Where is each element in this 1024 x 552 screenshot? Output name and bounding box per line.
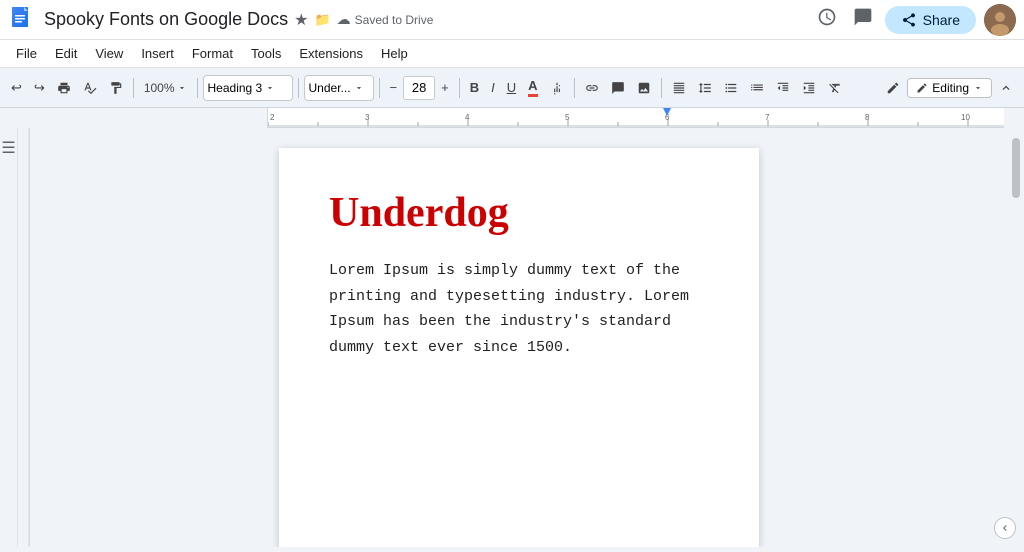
editing-mode-select[interactable]: Editing [907,78,992,98]
font-name-value: Under... [309,81,351,95]
line-spacing-button[interactable] [693,78,717,98]
outline-toggle-button[interactable]: ☰ [1,138,15,158]
menu-extensions[interactable]: Extensions [291,44,371,63]
divider-4 [379,78,380,98]
image-button[interactable] [632,78,656,98]
document-page: Underdog Lorem Ipsum is simply dummy tex… [279,148,759,547]
text-color-button[interactable]: A [523,75,542,100]
toolbar-collapse-button[interactable] [994,78,1018,98]
toolbar: ↩ ↪ 100% Heading 3 Under... − + B I U A [0,68,1024,108]
divider-3 [298,78,299,98]
doc-title-area: Spooky Fonts on Google Docs ★ 📁 ☁ Saved … [44,9,813,30]
menu-tools[interactable]: Tools [243,44,289,63]
font-name-select[interactable]: Under... [304,75,374,101]
clear-format-button[interactable] [823,78,847,98]
history-button[interactable] [813,3,841,36]
menu-insert[interactable]: Insert [133,44,182,63]
italic-button[interactable]: I [486,77,500,98]
font-size-increase[interactable]: + [436,77,454,98]
document-heading[interactable]: Underdog [329,188,709,238]
divider-1 [133,78,134,98]
divider-2 [197,78,198,98]
svg-text:5: 5 [565,113,570,122]
indent-decrease-button[interactable] [771,78,795,98]
svg-text:7: 7 [765,113,770,122]
menu-view[interactable]: View [87,44,131,63]
spellcheck-button[interactable] [78,78,102,98]
ruler-right-margin [1004,108,1024,128]
ruler: 2 3 4 5 6 7 8 10 [268,108,1004,128]
divider-5 [459,78,460,98]
paragraph-style-select[interactable]: Heading 3 [203,75,293,101]
bold-button[interactable]: B [465,77,484,98]
left-sidebar: ☰ [0,128,18,547]
chat-button[interactable] [849,3,877,36]
comment-button[interactable] [606,78,630,98]
menu-help[interactable]: Help [373,44,416,63]
collapse-panel-button[interactable] [994,517,1016,539]
underline-button[interactable]: U [502,77,521,98]
checklist-button[interactable] [719,78,743,98]
align-button[interactable] [667,78,691,98]
menu-edit[interactable]: Edit [47,44,85,63]
ruler-container: 2 3 4 5 6 7 8 10 [0,108,1024,128]
bottom-right-area [994,517,1016,539]
indent-increase-button[interactable] [797,78,821,98]
saved-status: ☁ Saved to Drive [337,11,434,28]
user-avatar[interactable] [984,4,1016,36]
undo-button[interactable]: ↩ [6,77,27,99]
list-button[interactable] [745,78,769,98]
font-size-input[interactable] [403,76,435,100]
font-size-control: − + [385,76,454,100]
redo-button[interactable]: ↪ [29,77,50,99]
page-container: Underdog Lorem Ipsum is simply dummy tex… [30,128,1008,547]
left-margin-ruler [18,128,30,547]
cloud-icon: ☁ [337,11,351,28]
divider-6 [574,78,575,98]
menu-format[interactable]: Format [184,44,241,63]
svg-text:8: 8 [865,113,870,122]
zoom-select[interactable]: 100% [139,78,192,98]
menu-bar: File Edit View Insert Format Tools Exten… [0,40,1024,68]
svg-text:4: 4 [465,113,470,122]
zoom-value: 100% [144,81,175,95]
share-label: Share [923,12,960,28]
highlight-button[interactable] [545,78,569,98]
document-title[interactable]: Spooky Fonts on Google Docs [44,9,288,30]
document-body[interactable]: Lorem Ipsum is simply dummy text of the … [329,258,709,360]
scrollbar-handle[interactable] [1012,138,1020,198]
saved-status-text: Saved to Drive [355,13,434,27]
print-button[interactable] [52,78,76,98]
paint-format-button[interactable] [104,78,128,98]
paragraph-style-value: Heading 3 [208,81,263,95]
editing-mode-label: Editing [932,81,969,95]
divider-7 [661,78,662,98]
svg-text:2: 2 [270,113,275,122]
menu-file[interactable]: File [8,44,45,63]
docs-logo-icon [8,6,36,34]
svg-text:10: 10 [961,113,970,122]
star-icon[interactable]: ★ [294,10,308,30]
ruler-left-margin [0,108,268,128]
right-scrollbar-panel [1008,128,1024,547]
font-size-decrease[interactable]: − [385,77,403,98]
link-button[interactable] [580,78,604,98]
svg-text:3: 3 [365,113,370,122]
folder-icon[interactable]: 📁 [314,12,330,28]
suggest-edits-button[interactable] [881,78,905,98]
share-button[interactable]: Share [885,6,976,34]
